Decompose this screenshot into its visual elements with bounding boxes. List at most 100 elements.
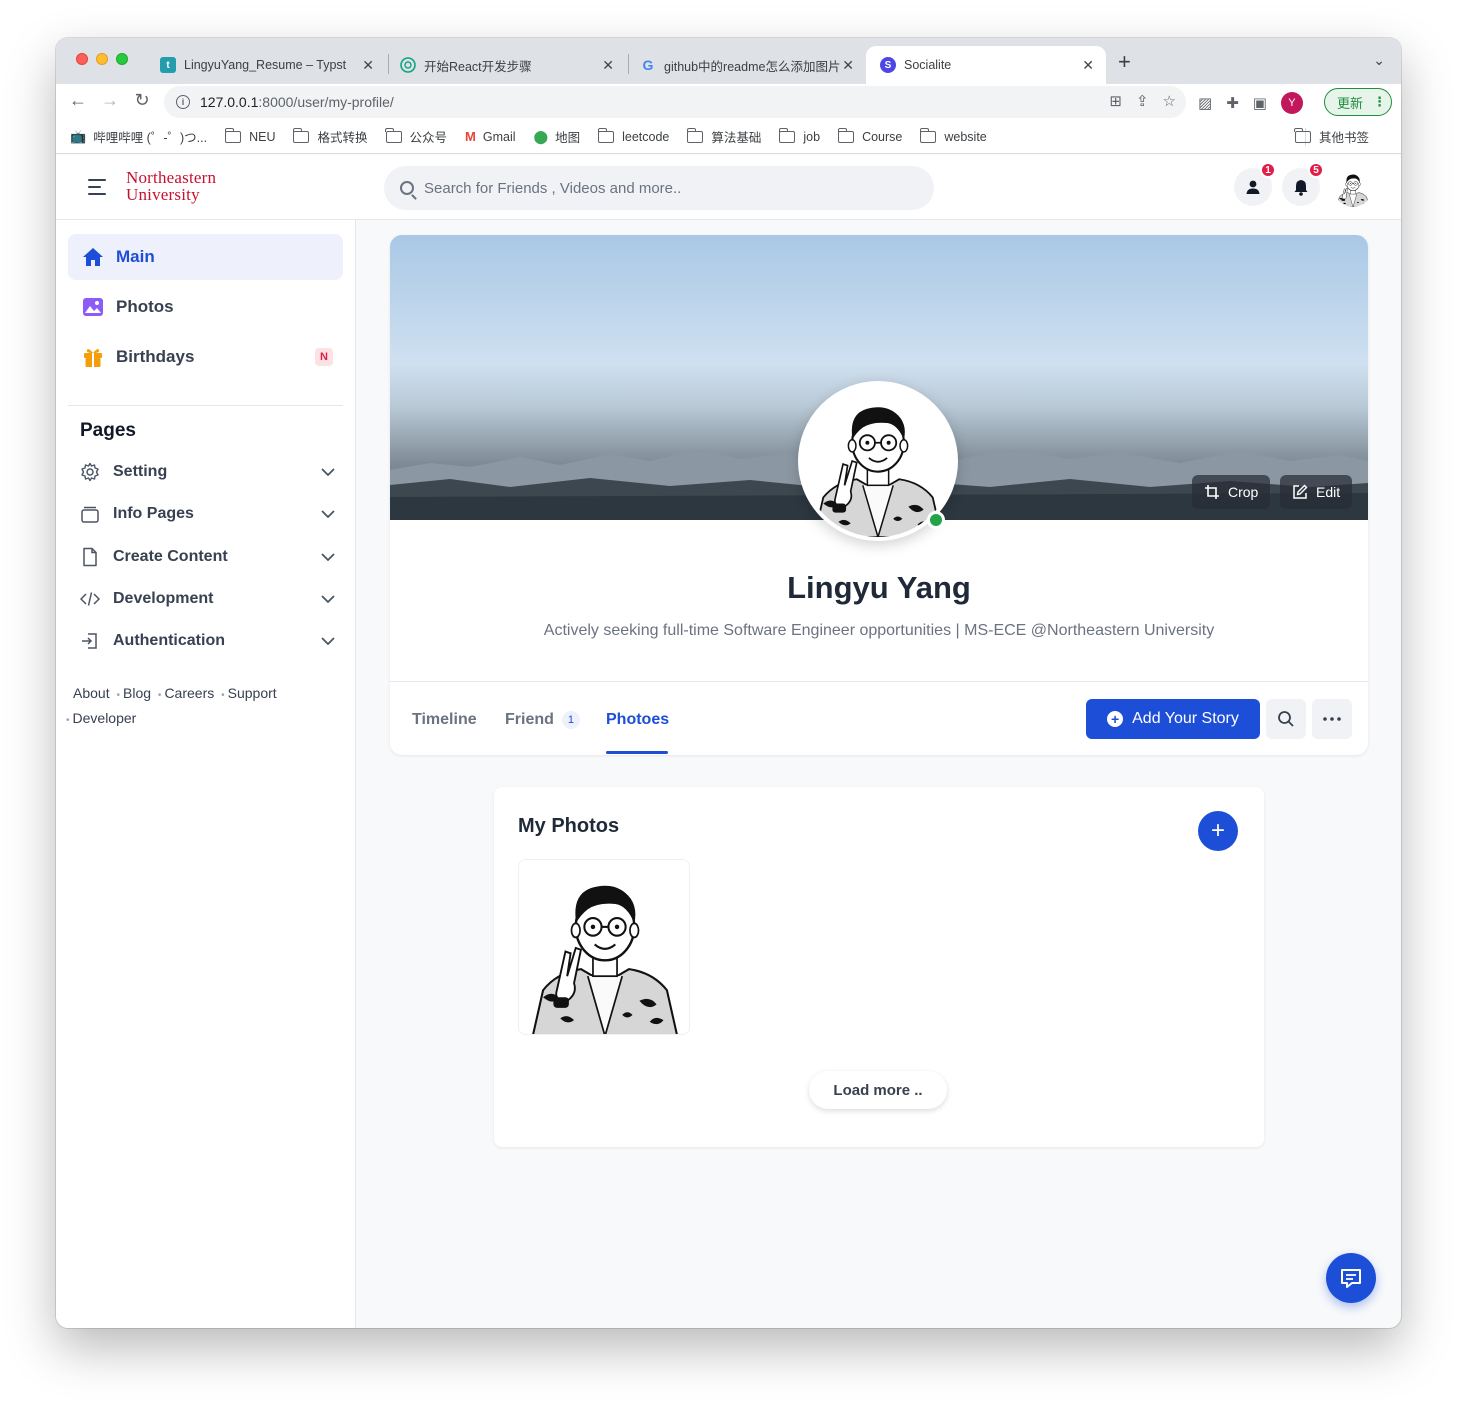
bookmark-label: 地图 <box>555 131 581 145</box>
edit-cover-button[interactable]: Edit <box>1280 475 1353 509</box>
sidebar-item-setting[interactable]: Setting <box>80 458 335 486</box>
load-more-button[interactable]: Load more .. <box>809 1071 947 1109</box>
bookmark-label: 公众号 <box>409 131 448 145</box>
folder-icon <box>778 127 796 143</box>
footer-link-support[interactable]: Support <box>228 685 277 701</box>
google-favicon-icon: G <box>642 57 654 73</box>
folder-icon <box>385 127 402 143</box>
close-tab-icon[interactable]: ✕ <box>602 57 614 74</box>
maximize-window-button[interactable] <box>116 53 128 65</box>
bookmark-folder[interactable]: NEU <box>224 127 275 144</box>
tab-friend[interactable]: Friend 1 <box>505 711 580 729</box>
share-icon[interactable]: ⇪ <box>1136 92 1149 110</box>
bookmark-folder[interactable]: 公众号 <box>385 127 448 146</box>
friend-requests-button[interactable]: 1 <box>1234 162 1276 206</box>
browser-tab-socialite[interactable]: S Socialite ✕ <box>866 46 1106 84</box>
back-arrow-icon[interactable]: ← <box>66 90 90 111</box>
reload-icon[interactable]: ↻ <box>130 90 154 111</box>
tab-strip: t LingyuYang_Resume – Typst ✕ 开始React开发步… <box>56 38 1401 84</box>
photo-thumbnail[interactable] <box>518 859 690 1035</box>
bookmark-label: 哔哩哔哩 (゜-゜)つ... <box>93 131 208 145</box>
close-tab-icon[interactable]: ✕ <box>362 57 374 74</box>
extension-icon[interactable]: ▨ <box>1198 94 1212 112</box>
search-icon <box>1278 711 1294 727</box>
tab-photoes[interactable]: Photoes <box>606 711 669 729</box>
profile-search-button[interactable] <box>1266 699 1306 739</box>
bookmark-gmail[interactable]: M Gmail <box>465 129 516 144</box>
close-tab-icon[interactable]: ✕ <box>842 57 854 74</box>
bookmark-folder[interactable]: 格式转换 <box>292 127 368 146</box>
gear-icon <box>80 462 100 482</box>
forward-arrow-icon[interactable]: → <box>98 90 122 111</box>
tab-label: Photoes <box>606 711 670 728</box>
add-story-button[interactable]: + Add Your Story <box>1086 699 1260 739</box>
bookmark-star-icon[interactable]: ☆ <box>1163 92 1176 110</box>
bookmark-folder[interactable]: Course <box>837 127 902 144</box>
profile-avatar[interactable]: Y <box>1280 92 1303 114</box>
user-avatar[interactable] <box>1334 169 1372 207</box>
more-horizontal-icon <box>1323 717 1341 721</box>
bookmark-label: 其他书签 <box>1318 131 1369 145</box>
socialite-favicon-icon: S <box>880 57 896 73</box>
sidebar-item-main[interactable]: Main <box>68 234 343 280</box>
page-item-label: Authentication <box>113 632 225 649</box>
footer-link-blog[interactable]: Blog <box>123 685 151 701</box>
other-bookmarks[interactable]: 其他书签 <box>1294 127 1369 146</box>
footer-separator: • <box>157 690 162 701</box>
sidebar-item-label: Main <box>116 247 155 266</box>
document-icon <box>80 547 100 567</box>
chat-icon <box>1341 1269 1361 1288</box>
bookmark-folder[interactable]: leetcode <box>597 127 669 144</box>
bookmark-folder[interactable]: website <box>919 127 987 144</box>
crop-button[interactable]: Crop <box>1192 475 1271 509</box>
close-tab-icon[interactable]: ✕ <box>1082 57 1094 74</box>
site-info-icon[interactable]: i <box>176 95 190 109</box>
footer-link-developer[interactable]: Developer <box>73 710 137 726</box>
chevron-down-icon <box>321 505 335 523</box>
new-tab-button[interactable]: + <box>1118 51 1131 73</box>
sidebar-footer-links: About • Blog • Careers • Support • Developer <box>66 682 316 732</box>
search-input[interactable]: Search for Friends , Videos and more.. <box>384 166 934 210</box>
sidebar-divider <box>68 405 343 406</box>
sidebar-item-create-content[interactable]: Create Content <box>80 543 335 571</box>
address-bar[interactable]: i 127.0.0.1:8000/user/my-profile/ ⊞ ⇪ ☆ <box>164 86 1186 118</box>
sidebar-item-label: Photos <box>116 297 174 316</box>
tab-timeline[interactable]: Timeline <box>412 711 477 729</box>
browser-tab-github[interactable]: G github中的readme怎么添加图片 ✕ <box>626 46 866 84</box>
add-story-label: Add Your Story <box>1132 710 1239 727</box>
bookmark-label: Gmail <box>482 129 516 144</box>
extensions-area: ▨ ✚ ▣ Y <box>1198 92 1303 114</box>
bookmark-folder[interactable]: job <box>778 127 820 144</box>
bookmark-maps[interactable]: ⬤ 地图 <box>534 127 581 146</box>
bookmark-folder[interactable]: 算法基础 <box>686 127 761 146</box>
sidepanel-icon[interactable]: ▣ <box>1253 94 1267 112</box>
footer-link-about[interactable]: About <box>73 685 110 701</box>
login-icon <box>80 631 100 651</box>
sidebar-item-development[interactable]: Development <box>80 585 335 613</box>
url-path: :8000/user/my-profile/ <box>258 94 394 110</box>
footer-link-careers[interactable]: Careers <box>164 685 214 701</box>
bookmark-bilibili[interactable]: 📺 哔哩哔哩 (゜-゜)つ... <box>70 127 207 146</box>
tab-search-chevron-icon[interactable]: ⌄ <box>1373 52 1385 69</box>
search-placeholder: Search for Friends , Videos and more.. <box>424 179 682 197</box>
add-photo-button[interactable]: + <box>1198 811 1238 851</box>
plus-circle-icon: + <box>1107 711 1124 727</box>
chat-button[interactable] <box>1326 1253 1376 1303</box>
sidebar-item-photos[interactable]: Photos <box>68 284 343 330</box>
notifications-button[interactable]: 5 <box>1282 162 1324 206</box>
sidebar-item-authentication[interactable]: Authentication <box>80 627 335 655</box>
puzzle-icon[interactable]: ✚ <box>1226 94 1239 112</box>
more-options-button[interactable] <box>1312 699 1352 739</box>
browser-tab-resume[interactable]: t LingyuYang_Resume – Typst ✕ <box>146 46 386 84</box>
minimize-window-button[interactable] <box>96 53 108 65</box>
close-window-button[interactable] <box>76 53 88 65</box>
sidebar-item-info-pages[interactable]: Info Pages <box>80 500 335 528</box>
university-logo[interactable]: Northeastern University <box>126 169 216 203</box>
translate-icon[interactable]: ⊞ <box>1109 92 1122 110</box>
page-item-label: Info Pages <box>113 505 194 522</box>
menu-icon[interactable] <box>88 179 106 200</box>
update-button[interactable]: 更新 ⋮ <box>1324 88 1392 116</box>
sidebar-item-birthdays[interactable]: Birthdays N <box>68 334 343 380</box>
folder-icon <box>597 127 615 143</box>
browser-tab-react[interactable]: 开始React开发步骤 ✕ <box>386 46 626 84</box>
